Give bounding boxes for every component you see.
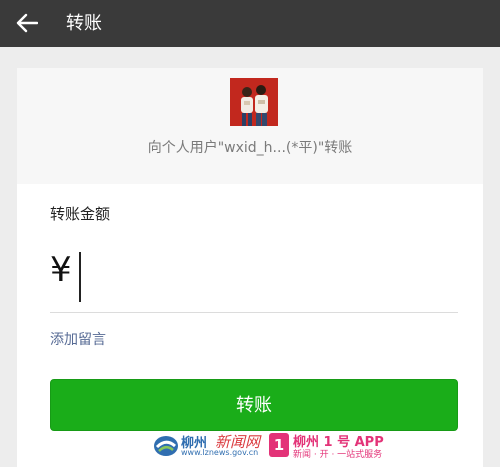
user-avatar-photo [230, 78, 278, 126]
lznews-logo-icon [154, 436, 178, 456]
avatar[interactable] [230, 78, 278, 126]
watermark-site1-url: www.lznews.gov.cn [181, 448, 259, 457]
watermark: 柳州 新闻网 www.lznews.gov.cn 1 柳州 1 号 APP 新闻… [153, 432, 393, 462]
text-caret [79, 252, 81, 302]
amount-input[interactable] [78, 250, 448, 302]
app-logo-icon: 1 [269, 433, 289, 457]
transfer-button[interactable]: 转账 [50, 379, 458, 431]
add-note-link[interactable]: 添加留言 [50, 329, 106, 349]
transfer-card: 向个人用户"wxid_h...(*平)"转账 转账金额 ¥ 添加留言 转账 柳州… [17, 68, 483, 467]
recipient-label: 向个人用户"wxid_h...(*平)"转账 [147, 140, 353, 156]
top-bar: 转账 [0, 0, 500, 47]
amount-row: ¥ [50, 246, 458, 313]
back-button[interactable] [12, 9, 42, 37]
arrow-left-icon [16, 13, 38, 33]
recipient-section: 向个人用户"wxid_h...(*平)"转账 [17, 68, 483, 184]
page-title: 转账 [66, 13, 102, 34]
amount-label: 转账金额 [50, 205, 111, 223]
watermark-site2-slogan: 新闻 · 开 · 一站式服务 [293, 450, 383, 460]
currency-symbol: ¥ [50, 250, 72, 290]
